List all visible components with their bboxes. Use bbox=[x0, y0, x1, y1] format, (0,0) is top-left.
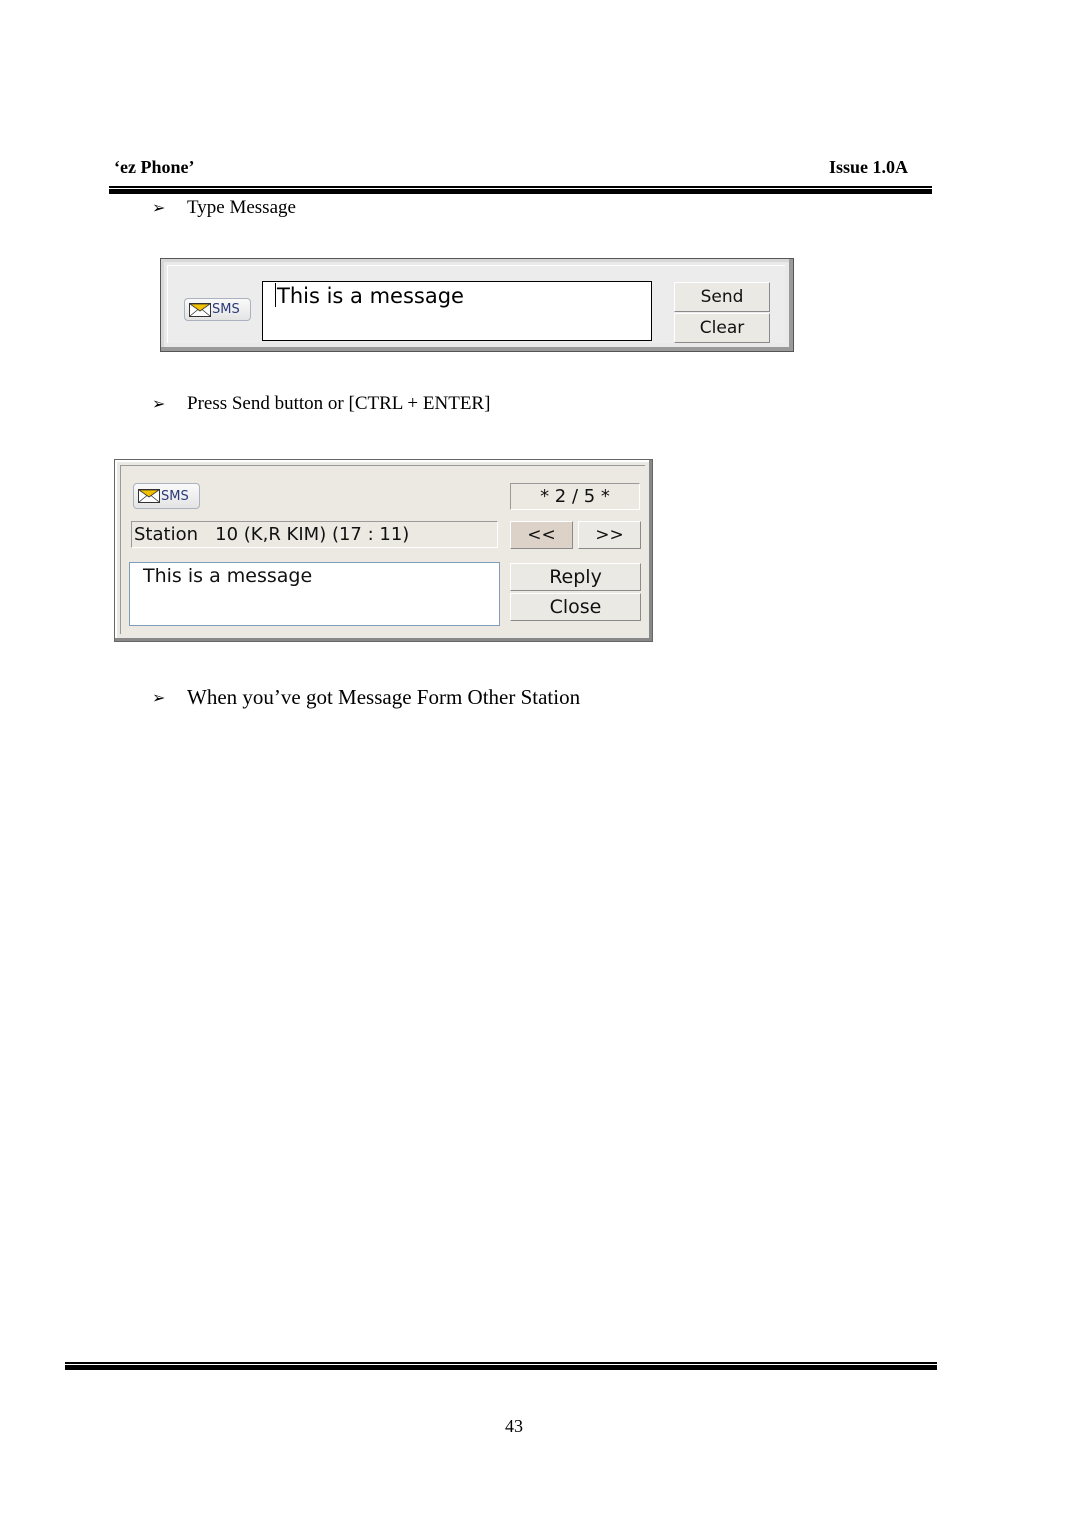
bullet-received-message: ➢ When you’ve got Message Form Other Sta… bbox=[152, 685, 580, 710]
bullet-text: Type Message bbox=[187, 197, 296, 218]
clear-button[interactable]: Clear bbox=[674, 313, 770, 343]
document-title: ‘ez Phone’ bbox=[114, 157, 195, 177]
sms-label: SMS bbox=[161, 488, 189, 504]
bullet-text: When you’ve got Message Form Other Stati… bbox=[187, 685, 581, 709]
compose-sms-window: SMS This is a message Send Clear bbox=[160, 258, 794, 352]
arrow-bullet-icon: ➢ bbox=[152, 396, 166, 413]
header-rule bbox=[109, 186, 932, 194]
station-info-field: Station 10 (K,R KIM) (17 : 11) bbox=[131, 521, 498, 548]
page-number: 43 bbox=[505, 1416, 523, 1436]
received-message-view[interactable]: This is a message bbox=[129, 562, 500, 626]
footer-rule bbox=[65, 1362, 937, 1370]
previous-message-button[interactable]: << bbox=[510, 521, 573, 549]
message-input[interactable]: This is a message bbox=[262, 281, 652, 341]
text-cursor bbox=[275, 283, 276, 307]
sms-label: SMS bbox=[212, 302, 240, 317]
close-button[interactable]: Close bbox=[510, 593, 641, 621]
sms-button[interactable]: SMS bbox=[133, 483, 200, 509]
bullet-type-message: ➢ Type Message bbox=[152, 197, 296, 219]
envelope-icon bbox=[138, 489, 160, 503]
bullet-press-send: ➢ Press Send button or [CTRL + ENTER] bbox=[152, 393, 490, 415]
reply-button[interactable]: Reply bbox=[510, 563, 641, 591]
arrow-bullet-icon: ➢ bbox=[152, 689, 166, 707]
next-message-button[interactable]: >> bbox=[578, 521, 641, 549]
envelope-icon bbox=[189, 302, 211, 317]
issue-label: Issue 1.0A bbox=[828, 157, 908, 177]
send-button[interactable]: Send bbox=[674, 282, 770, 312]
received-sms-window: SMS * 2 / 5 * Station 10 (K,R KIM) (17 :… bbox=[114, 459, 653, 642]
message-input-value: This is a message bbox=[277, 284, 464, 308]
sms-button[interactable]: SMS bbox=[184, 298, 251, 321]
arrow-bullet-icon: ➢ bbox=[152, 200, 166, 217]
message-counter: * 2 / 5 * bbox=[510, 483, 640, 510]
bullet-text: Press Send button or [CTRL + ENTER] bbox=[187, 393, 491, 414]
